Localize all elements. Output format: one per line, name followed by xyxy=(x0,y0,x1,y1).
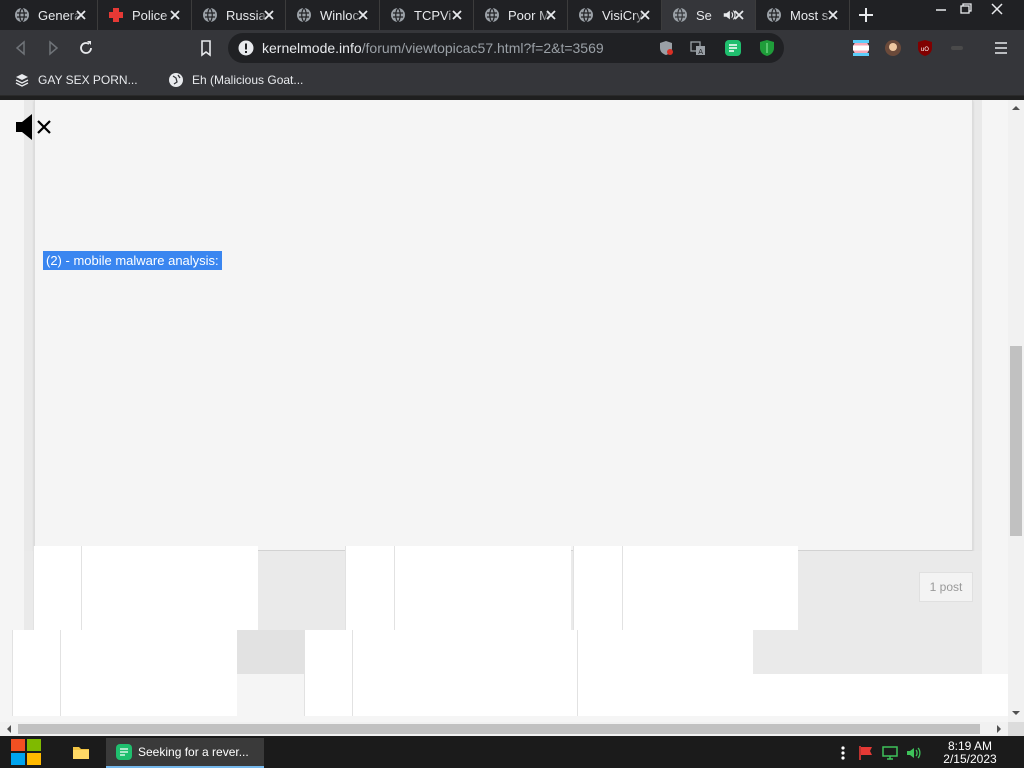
close-icon[interactable] xyxy=(449,7,465,23)
blank-panel xyxy=(622,546,798,630)
tab-7-active[interactable]: Se xyxy=(662,0,756,30)
menu-dots-icon[interactable] xyxy=(992,39,1010,57)
scroll-up-arrow-icon[interactable] xyxy=(1011,103,1021,113)
taskbar-window-title: Seeking for a rever... xyxy=(138,745,249,759)
globe-icon xyxy=(579,7,593,23)
bookmarks-bar: GAY SEX PORN... Eh (Malicious Goat... xyxy=(0,66,1024,96)
bookmark-item-0[interactable]: GAY SEX PORN... xyxy=(14,72,138,88)
close-icon[interactable] xyxy=(731,7,747,23)
restore-icon[interactable] xyxy=(950,0,980,18)
blank-panel xyxy=(345,546,394,630)
new-tab-plus-icon[interactable] xyxy=(856,5,876,25)
url-text: kernelmode.info/forum/viewtopicac57.html… xyxy=(262,40,604,56)
close-icon[interactable] xyxy=(543,7,559,23)
bookmark-label: GAY SEX PORN... xyxy=(38,73,138,87)
tab-2[interactable]: Russia xyxy=(192,0,286,30)
ublock-origin-icon[interactable]: uO xyxy=(916,39,934,57)
globe-icon xyxy=(297,7,311,23)
tab-8[interactable]: Most s xyxy=(756,0,850,30)
taskbar-chrome-window[interactable]: Seeking for a rever... xyxy=(106,738,264,768)
avatar-extension-icon[interactable] xyxy=(884,39,902,57)
blank-panel xyxy=(394,546,571,630)
url-host: kernelmode.info xyxy=(262,40,362,56)
svg-text:A: A xyxy=(698,48,703,56)
extension-green-chat-icon[interactable] xyxy=(724,39,742,57)
red-cross-icon xyxy=(109,8,123,22)
muted-speaker-icon[interactable] xyxy=(14,112,54,142)
tab-strip: Genera Police Russia Winloc TCPVi Poor M… xyxy=(0,0,1024,30)
green-chat-app-icon xyxy=(116,744,132,760)
windows-start-icon[interactable] xyxy=(10,738,42,766)
tab-3[interactable]: Winloc xyxy=(286,0,380,30)
browser-toolbar: kernelmode.info/forum/viewtopicac57.html… xyxy=(0,30,1024,66)
profile-flag-icon[interactable] xyxy=(852,39,870,57)
tab-1[interactable]: Police xyxy=(98,0,192,30)
blank-panel xyxy=(33,546,81,630)
tab-6[interactable]: VisiCry xyxy=(568,0,662,30)
close-icon[interactable] xyxy=(355,7,371,23)
globe-icon xyxy=(673,7,687,23)
blank-panel xyxy=(304,630,352,716)
blocked-shield-icon[interactable] xyxy=(658,40,674,56)
tab-title: Se xyxy=(696,7,712,23)
close-icon[interactable] xyxy=(825,7,841,23)
reload-icon[interactable] xyxy=(77,39,95,57)
blank-panel xyxy=(60,630,237,716)
forward-icon[interactable] xyxy=(44,39,62,57)
window-close-icon[interactable] xyxy=(982,0,1012,18)
tray-overflow-icon[interactable] xyxy=(835,745,851,761)
bookmark-item-1[interactable]: Eh (Malicious Goat... xyxy=(168,72,303,88)
scroll-down-arrow-icon[interactable] xyxy=(1011,708,1021,718)
tab-4[interactable]: TCPVi xyxy=(380,0,474,30)
site-info-warning-icon[interactable] xyxy=(238,40,254,56)
stack-icon xyxy=(15,74,29,87)
address-bar[interactable]: kernelmode.info/forum/viewtopicac57.html… xyxy=(228,33,784,63)
extension-icon[interactable] xyxy=(948,39,966,57)
blank-panel xyxy=(753,674,1008,716)
globe-icon xyxy=(485,7,499,23)
bookmark-icon[interactable] xyxy=(197,39,215,57)
page-viewport: (2) - mobile malware analysis: 1 post xyxy=(0,100,1008,722)
globe-icon xyxy=(15,7,29,23)
blank-panel xyxy=(577,630,753,716)
close-icon[interactable] xyxy=(637,7,653,23)
blank-panel xyxy=(573,546,622,630)
blank-panel xyxy=(81,546,258,630)
back-icon[interactable] xyxy=(12,39,30,57)
file-explorer-icon[interactable] xyxy=(72,744,90,760)
globe-icon xyxy=(767,7,781,23)
close-icon[interactable] xyxy=(167,7,183,23)
volume-icon[interactable] xyxy=(906,745,922,761)
scroll-left-arrow-icon[interactable] xyxy=(4,724,14,734)
scroll-right-arrow-icon[interactable] xyxy=(994,724,1004,734)
extension-green-shield-icon[interactable] xyxy=(758,39,776,57)
selected-text: (2) - mobile malware analysis: xyxy=(43,251,222,270)
tab-5[interactable]: Poor M xyxy=(474,0,568,30)
vertical-scroll-thumb[interactable] xyxy=(1010,346,1022,536)
url-path: /forum/viewtopicac57.html?f=2&t=3569 xyxy=(361,40,604,56)
translate-icon[interactable]: A xyxy=(690,40,706,56)
forum-post-body xyxy=(34,100,973,551)
blank-panel xyxy=(352,630,577,716)
close-icon[interactable] xyxy=(261,7,277,23)
blank-panel xyxy=(12,630,60,716)
clock-date: 2/15/2023 xyxy=(943,752,997,766)
action-center-flag-icon[interactable] xyxy=(858,745,874,761)
tab-0[interactable]: Genera xyxy=(4,0,98,30)
horizontal-scroll-thumb[interactable] xyxy=(18,724,980,734)
globe-icon xyxy=(203,7,217,23)
grey-block xyxy=(237,630,304,674)
bookmark-label: Eh (Malicious Goat... xyxy=(192,73,304,87)
post-count-badge: 1 post xyxy=(919,572,973,602)
close-icon[interactable] xyxy=(73,7,89,23)
svg-text:uO: uO xyxy=(921,46,930,53)
globe-icon xyxy=(391,7,405,23)
taskbar-clock[interactable]: 8:19 AM 2/15/2023 xyxy=(934,740,1006,766)
network-icon[interactable] xyxy=(882,745,898,761)
globe-icon xyxy=(169,73,183,87)
scrollbar-corner xyxy=(1008,722,1024,736)
